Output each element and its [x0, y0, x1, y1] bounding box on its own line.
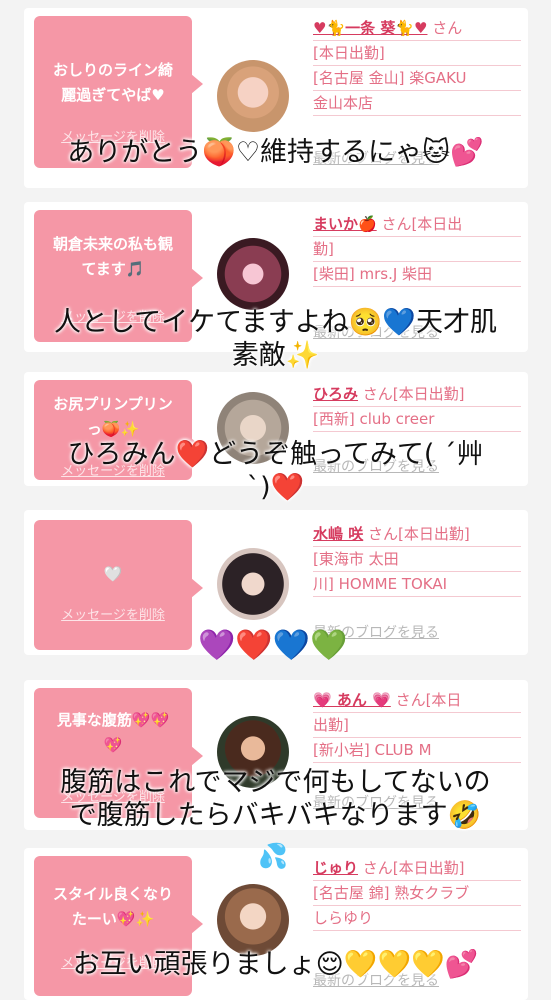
message-text: スタイル良くなり たーい💖✨ [52, 885, 173, 928]
message-bubble: 🤍 メッセージを削除 [34, 520, 203, 650]
message-text: おしりのライン綺 麗過ぎてやば♥ [52, 61, 173, 104]
cast-info: ♥🐈一条 葵🐈♥ さん [本日出勤] [名古屋 金山] 楽GAKU 金山本店 [313, 16, 521, 116]
san-label: さん[本日出勤] [358, 859, 465, 877]
hearts-sticker: 💜❤️💙💚 [198, 628, 348, 663]
message-text: 🤍 [103, 565, 123, 583]
info-line: [名古屋 金山] 楽GAKU [313, 66, 521, 91]
cast-name-link[interactable]: じゅり [313, 859, 358, 877]
message-text: お尻プリンプリン っ🍑✨ [53, 395, 173, 438]
overlay-caption: 人としてイケてますよね🥺💙天才肌 素敵✨ [53, 307, 498, 371]
cast-name-link[interactable]: ♥🐈一条 葵🐈♥ [313, 19, 427, 37]
avatar[interactable] [217, 60, 289, 132]
cast-name-link[interactable]: 水嶋 咲 [313, 525, 363, 543]
info-line: [本日出勤] [313, 41, 521, 66]
cast-name-link[interactable]: 💗 あん 💗 [313, 691, 391, 709]
info-line: 金山本店 [313, 91, 521, 116]
avatar[interactable] [217, 548, 289, 620]
delete-message-link[interactable]: メッセージを削除 [34, 604, 192, 623]
cast-info: じゅり さん[本日出勤] [名古屋 錦] 熟女クラブ しらゆり [313, 856, 521, 931]
overlay-caption: ひろみん❤️どうぞ触ってみて( ´艸 `)❤️ [67, 439, 484, 503]
cast-info: まいか🍎 さん[本日出 勤] [柴田] mrs.J 柴田 [313, 212, 521, 287]
overlay-caption: 腹筋はこれでマジで何もしてないの で腹筋したらバキバキなります🤣 [60, 767, 491, 831]
cast-info: 💗 あん 💗 さん[本日 出勤] [新小岩] CLUB M [313, 688, 521, 763]
message-text: 朝倉未来の私も観 てます🎵 [52, 235, 173, 278]
cast-info: 水嶋 咲 さん[本日出勤] [東海市 太田 川] HOMME TOKAI [313, 522, 521, 597]
info-line: 出勤] [313, 713, 521, 738]
overlay-caption: お互い頑張りましょ😌💛💛💛💕 [72, 949, 479, 980]
overlay-caption: ありがとう🍑♡維持するにゃ🐱💕 [67, 137, 484, 168]
sweat-sticker: 💦 [258, 842, 288, 870]
info-line: 川] HOMME TOKAI [313, 572, 521, 597]
avatar[interactable] [217, 238, 289, 310]
san-label: さん[本日出 [376, 215, 463, 233]
info-line: [新小岩] CLUB M [313, 738, 521, 763]
info-line: [名古屋 錦] 熟女クラブ [313, 881, 521, 906]
info-line: しらゆり [313, 906, 521, 931]
cast-info: ひろみ さん[本日出勤] [西新] club creer [313, 382, 521, 432]
info-line: [西新] club creer [313, 407, 521, 432]
avatar[interactable] [217, 884, 289, 956]
cast-name-link[interactable]: ひろみ [313, 385, 358, 403]
san-label: さん [427, 19, 463, 37]
san-label: さん[本日出勤] [363, 525, 470, 543]
message-text: 見事な腹筋💖💖 💖 [56, 711, 170, 754]
info-line: [東海市 太田 [313, 547, 521, 572]
info-line: 勤] [313, 237, 521, 262]
cast-name-link[interactable]: まいか🍎 [313, 215, 377, 233]
san-label: さん[本日出勤] [358, 385, 465, 403]
san-label: さん[本日 [390, 691, 462, 709]
info-line: [柴田] mrs.J 柴田 [313, 262, 521, 287]
